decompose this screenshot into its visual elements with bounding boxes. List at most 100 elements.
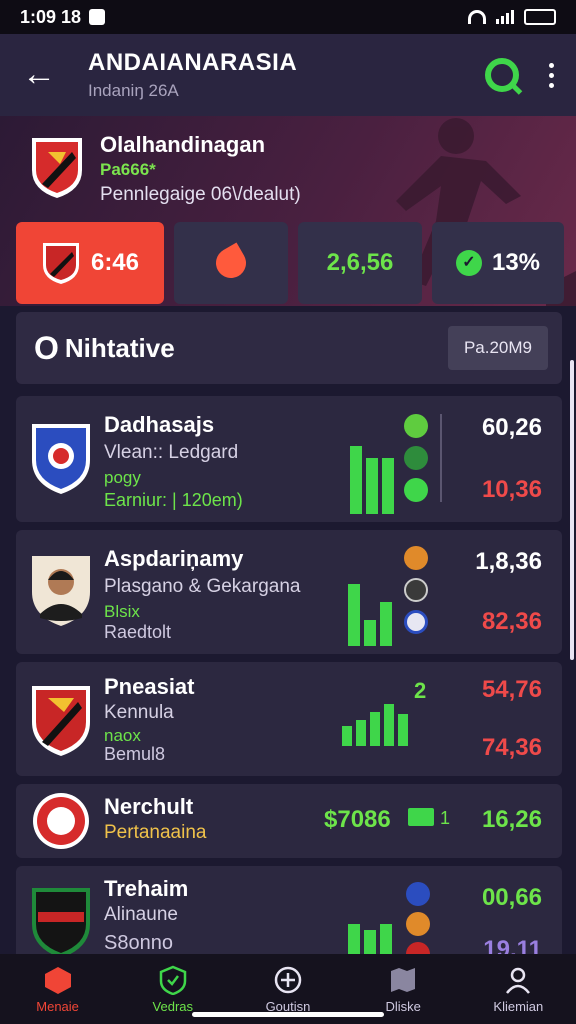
match-team-name: Aspdariņamy bbox=[104, 546, 244, 571]
match-detail: Pertanaaina bbox=[104, 822, 207, 843]
team-crest-icon bbox=[32, 138, 82, 198]
nav-label: Menaie bbox=[36, 998, 79, 1014]
match-card[interactable]: Aspdariņamy Plasgano & Gekargana Blsix R… bbox=[16, 530, 562, 654]
trend-bars bbox=[348, 582, 392, 646]
wallet-icon bbox=[408, 808, 434, 826]
nav-item-menaie[interactable]: Menaie bbox=[8, 965, 108, 1014]
user-icon bbox=[506, 967, 531, 994]
more-options-icon[interactable] bbox=[549, 62, 554, 88]
hero-description: Pennlegaige 06\/dealut) bbox=[100, 184, 301, 205]
match-tag: naox bbox=[104, 726, 141, 745]
match-meta: Earniur: | 120em) bbox=[104, 490, 243, 510]
flame-icon bbox=[210, 242, 252, 284]
value-top: 1,8,36 bbox=[475, 548, 542, 575]
nav-item-kliemian[interactable]: Kliemian bbox=[468, 965, 568, 1014]
value-bottom: 74,36 bbox=[481, 734, 542, 761]
player-avatar bbox=[32, 556, 90, 626]
trend-bars bbox=[350, 446, 394, 514]
match-team-name: Dadhasajs bbox=[104, 412, 215, 437]
match-detail: Vlean:: Ledgard bbox=[104, 442, 239, 463]
value-top: 16,26 bbox=[481, 806, 542, 833]
match-card[interactable]: Pneasiat Kennula naox Bemul8 2 54,76 74,… bbox=[16, 662, 562, 776]
match-detail: Plasgano & Gekargana bbox=[104, 576, 301, 597]
team-crest-icon bbox=[32, 686, 90, 756]
nav-label: Vedras bbox=[152, 998, 194, 1014]
home-indicator[interactable] bbox=[192, 1012, 384, 1017]
value-bottom: 82,36 bbox=[481, 608, 542, 635]
shield-check-icon bbox=[159, 965, 187, 995]
nav-item-vedras[interactable]: Vedras bbox=[123, 965, 223, 1014]
value-top: 00,66 bbox=[481, 884, 542, 911]
match-price: $7086 bbox=[324, 806, 391, 833]
date-filter-button[interactable]: Pa.20M9 bbox=[447, 326, 548, 370]
match-meta: Raedtolt bbox=[104, 622, 172, 642]
notification-icon bbox=[89, 9, 106, 25]
app-header: ← ANDAIANARASIA Indaniŋ 26A bbox=[0, 34, 576, 116]
page-title: ANDAIANARASIA bbox=[88, 49, 298, 76]
section-header: O Nihtative Pa.20M9 bbox=[16, 312, 562, 384]
nav-label: Kliemian bbox=[493, 998, 544, 1014]
stat-value-percent: 13% bbox=[491, 249, 541, 276]
shield-icon bbox=[404, 414, 428, 438]
shield-icon bbox=[404, 478, 428, 502]
side-icons bbox=[406, 882, 430, 954]
compass-icon bbox=[274, 966, 302, 993]
divider bbox=[440, 414, 442, 502]
match-tag: pogy bbox=[104, 468, 141, 487]
side-number: 1 bbox=[440, 808, 451, 828]
nav-label: Dliske bbox=[385, 998, 421, 1014]
badge-icon bbox=[406, 942, 430, 954]
value-top: 60,26 bbox=[481, 414, 542, 441]
shield-icon bbox=[404, 446, 428, 470]
search-icon[interactable] bbox=[485, 58, 519, 92]
nav-item-dliske[interactable]: Dliske bbox=[353, 965, 453, 1014]
stat-card-score[interactable]: 6:46 bbox=[16, 222, 164, 304]
match-tag: Blsix bbox=[104, 602, 140, 621]
cube-icon bbox=[44, 966, 71, 994]
trend-bars bbox=[348, 924, 392, 954]
badge-icon bbox=[406, 882, 430, 906]
badge-icon bbox=[404, 578, 428, 602]
map-icon bbox=[391, 967, 416, 992]
stat-card-trend[interactable] bbox=[174, 222, 288, 304]
trend-bars bbox=[342, 692, 408, 746]
badge-icon bbox=[406, 912, 430, 936]
back-arrow-icon[interactable]: ← bbox=[22, 57, 58, 93]
hero-team-name: Olalhandinagan bbox=[100, 132, 266, 157]
nav-item-goutisn[interactable]: Goutisn bbox=[238, 965, 338, 1014]
status-time: 1:09 18 bbox=[20, 6, 82, 27]
stat-card-percent[interactable]: ✓ 13% bbox=[432, 222, 564, 304]
match-team-name: Trehaim bbox=[104, 876, 189, 901]
match-card[interactable]: Dadhasajs Vlean:: Ledgard pogy Earniur: … bbox=[16, 396, 562, 522]
match-meta: Bemul8 bbox=[104, 744, 166, 764]
section-title: Nihtative bbox=[64, 332, 175, 363]
stat-value-score: 6:46 bbox=[90, 249, 140, 276]
battery-icon bbox=[524, 9, 556, 25]
side-icons bbox=[404, 414, 428, 502]
hero-tag: Pa666* bbox=[100, 160, 156, 179]
match-detail: Alinaune bbox=[104, 904, 178, 925]
team-crest-small-icon bbox=[42, 243, 79, 284]
value-bottom: 10,36 bbox=[481, 476, 542, 503]
wifi-icon bbox=[468, 10, 486, 24]
badge-icon bbox=[404, 610, 428, 634]
stat-card-points[interactable]: 2,6,56 bbox=[298, 222, 422, 304]
page-subtitle: Indaniŋ 26A bbox=[88, 81, 179, 100]
match-card[interactable]: Trehaim Alinaune S8onno 00,66 19,11 bbox=[16, 866, 562, 954]
team-badge-icon bbox=[33, 793, 89, 849]
match-team-name: Pneasiat bbox=[104, 674, 195, 699]
match-detail: Kennula bbox=[104, 702, 174, 723]
check-badge-icon: ✓ bbox=[455, 250, 482, 276]
match-meta: S8onno bbox=[104, 932, 173, 954]
stat-value-points: 2,6,56 bbox=[326, 249, 394, 276]
section-icon: O bbox=[34, 329, 59, 366]
team-crest-dark-icon bbox=[32, 888, 90, 954]
team-logo-blue-icon bbox=[32, 424, 90, 494]
side-icons bbox=[404, 546, 428, 634]
side-number: 2 bbox=[414, 678, 427, 703]
match-card[interactable]: Nerchult Pertanaaina $7086 1 16,26 bbox=[16, 784, 562, 858]
value-top: 54,76 bbox=[481, 676, 542, 703]
title-block: ANDAIANARASIA Indaniŋ 26A bbox=[88, 49, 485, 101]
scrollbar[interactable] bbox=[570, 360, 574, 660]
status-bar: 1:09 18 bbox=[0, 0, 576, 34]
